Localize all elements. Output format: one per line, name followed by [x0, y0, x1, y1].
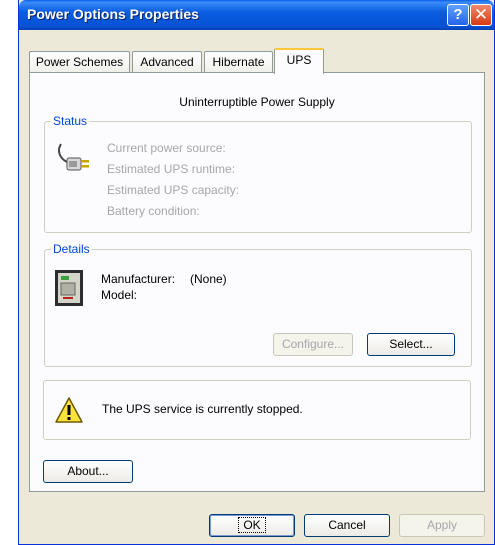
estimated-runtime-label: Estimated UPS runtime:	[107, 162, 236, 176]
power-plug-icon	[55, 140, 95, 183]
help-icon: ?	[453, 6, 463, 23]
manufacturer-value: (None)	[190, 272, 227, 286]
details-legend: Details	[51, 242, 92, 256]
tab-label: Advanced	[140, 55, 194, 69]
about-button-label: About...	[67, 464, 109, 478]
tab-label: UPS	[286, 53, 312, 67]
status-legend: Status	[51, 114, 90, 128]
manufacturer-label: Manufacturer:	[101, 272, 176, 286]
configure-button[interactable]: Configure...	[273, 333, 353, 356]
select-button[interactable]: Select...	[367, 333, 455, 356]
ok-button[interactable]: OK	[209, 514, 295, 537]
warning-icon	[54, 396, 84, 427]
warning-message: The UPS service is currently stopped.	[102, 402, 303, 416]
select-button-label: Select...	[389, 337, 433, 351]
status-group: Status Current power source: Estimated U…	[44, 114, 472, 233]
title-bar[interactable]: Power Options Properties ? ✕	[19, 0, 494, 30]
about-button[interactable]: About...	[43, 460, 133, 483]
apply-button[interactable]: Apply	[399, 514, 485, 537]
tab-ups[interactable]: UPS	[274, 48, 324, 74]
help-button[interactable]: ?	[447, 4, 469, 26]
apply-button-label: Apply	[426, 518, 458, 532]
estimated-capacity-label: Estimated UPS capacity:	[107, 183, 240, 197]
tab-power-schemes[interactable]: Power Schemes	[29, 51, 130, 73]
tab-hibernate[interactable]: Hibernate	[204, 51, 273, 73]
panel-heading: Uninterruptible Power Supply	[179, 95, 335, 109]
current-power-source-label: Current power source:	[107, 141, 226, 155]
power-options-window: Power Options Properties ? ✕ Power Schem…	[18, 0, 495, 545]
tab-label: Hibernate	[212, 55, 265, 69]
cancel-button-label: Cancel	[328, 518, 366, 532]
window-title: Power Options Properties	[27, 6, 199, 22]
details-group: Details Manufacturer: (None) Model: Conf…	[44, 242, 472, 367]
cancel-button[interactable]: Cancel	[304, 514, 390, 537]
model-label: Model:	[101, 288, 138, 302]
tab-advanced[interactable]: Advanced	[132, 51, 202, 73]
close-icon: ✕	[473, 5, 489, 24]
battery-condition-label: Battery condition:	[107, 204, 200, 218]
configure-button-label: Configure...	[281, 337, 345, 351]
ups-device-icon	[53, 268, 85, 311]
service-status-box: The UPS service is currently stopped.	[43, 380, 471, 440]
close-button[interactable]: ✕	[470, 4, 492, 26]
ok-button-label: OK	[238, 517, 266, 533]
tab-label: Power Schemes	[35, 55, 124, 69]
